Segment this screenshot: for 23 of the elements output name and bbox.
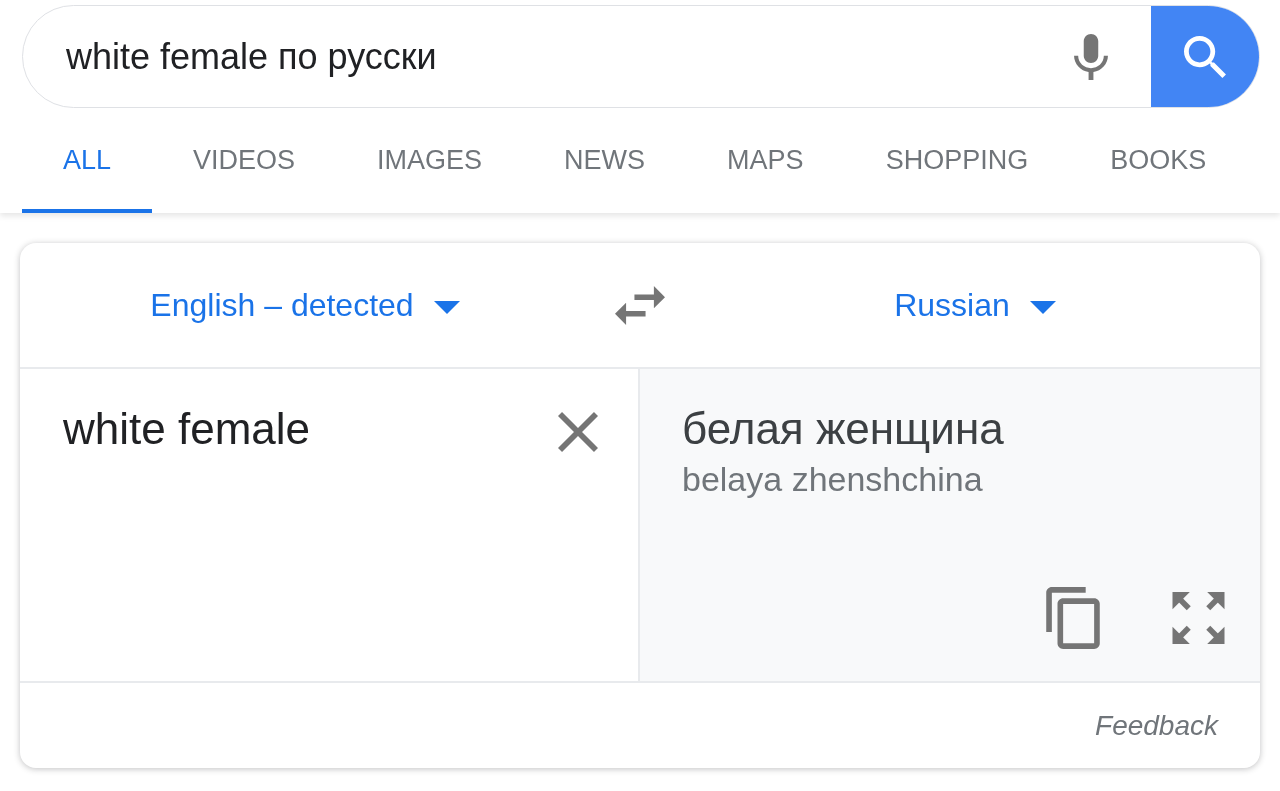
source-text-field[interactable]: white female [20,369,640,681]
transliteration-text: belaya zhenshchina [682,459,983,499]
mic-icon[interactable] [1074,33,1108,80]
swap-icon[interactable] [615,285,665,325]
target-language-dropdown[interactable]: Russian [894,281,1056,329]
source-language-dropdown[interactable]: English – detected [150,281,460,329]
search-button[interactable] [1151,6,1259,107]
search-icon [1184,35,1226,78]
expand-icon[interactable] [1172,592,1225,644]
translation-text: белая женщина [682,403,1004,455]
search-field[interactable]: white female по русски [22,5,1260,108]
tab[interactable]: IMAGES [336,108,524,213]
tab[interactable]: VIDEOS [152,108,337,213]
caret-icon [1029,300,1056,314]
feedback-link[interactable]: Feedback [1095,704,1218,747]
close-icon[interactable] [558,412,598,452]
copy-icon[interactable] [1046,587,1100,649]
tab[interactable]: BOOKS [1069,108,1248,213]
tab[interactable]: MAPS [686,108,845,213]
tab[interactable]: ALL [22,108,153,213]
tab[interactable]: SHOPPING [844,108,1070,213]
tab[interactable]: NEWS [523,108,687,213]
caret-icon [433,300,460,314]
